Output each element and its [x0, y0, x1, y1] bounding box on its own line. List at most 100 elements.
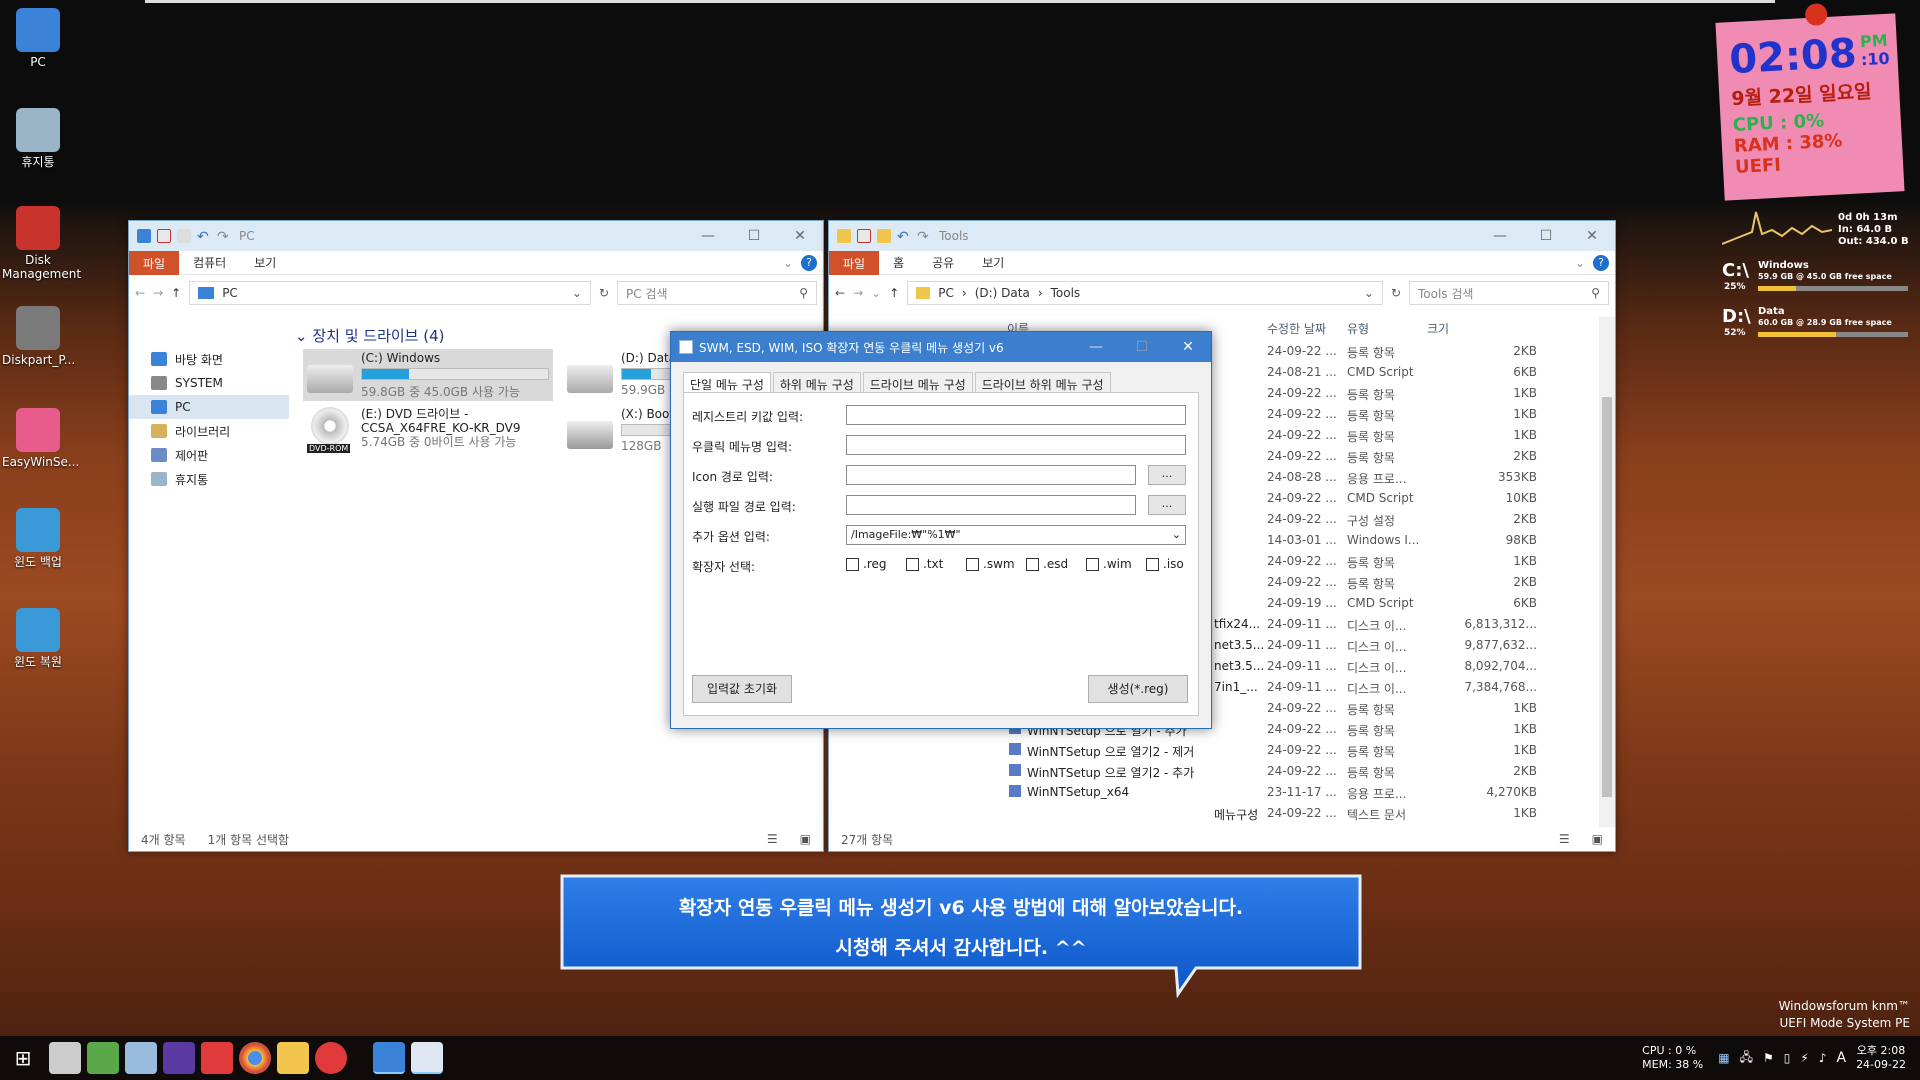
- col-size[interactable]: 크기: [1427, 320, 1449, 337]
- tray-app-icon[interactable]: ▦: [1718, 1051, 1729, 1065]
- nav-item-1[interactable]: SYSTEM: [129, 371, 289, 395]
- maximize-button[interactable]: ☐: [1523, 228, 1569, 244]
- desktop-icon-6[interactable]: 윈도 복원: [2, 608, 74, 669]
- title-bar[interactable]: ↶ ↷ Tools — ☐ ✕: [829, 221, 1615, 251]
- search-input[interactable]: Tools 검색 ⚲: [1409, 281, 1609, 305]
- ext-checkbox[interactable]: .txt: [906, 557, 943, 571]
- ribbon-expand-icon[interactable]: ⌄: [783, 256, 793, 270]
- redo-icon[interactable]: ↷: [917, 229, 931, 245]
- desktop-icon-4[interactable]: EasyWinSe...: [2, 408, 79, 469]
- desktop-icon-5[interactable]: 윈도 백업: [2, 508, 74, 569]
- tray-volume-icon[interactable]: ♪: [1819, 1051, 1827, 1065]
- tray-clock[interactable]: 오후 2:08 24-09-22: [1856, 1044, 1906, 1072]
- close-button[interactable]: ✕: [1569, 228, 1615, 244]
- tiles-view-icon[interactable]: ▣: [800, 832, 811, 846]
- ribbon-expand-icon[interactable]: ⌄: [1575, 256, 1585, 270]
- file-row[interactable]: WinNTSetup 으로 열기2 - 제거 24-09-22 ... 등록 항목 1…: [829, 740, 1599, 761]
- col-type[interactable]: 유형: [1347, 320, 1369, 337]
- tool-icon[interactable]: [49, 1042, 81, 1074]
- checkbox-box[interactable]: [846, 557, 859, 571]
- nav-item-3[interactable]: 라이브러리: [129, 419, 289, 443]
- file-row[interactable]: WinNTSetup 으로 열기2 - 추가 24-09-22 ... 등록 항목 2…: [829, 761, 1599, 782]
- ext-checkbox[interactable]: .swm: [966, 557, 1015, 571]
- close-button[interactable]: ✕: [777, 228, 823, 244]
- file-row[interactable]: 메뉴구성 24-09-22 ... 텍스트 문서 1KB: [829, 803, 1599, 824]
- ribbon-file-tab[interactable]: 파일: [829, 250, 880, 275]
- details-view-icon[interactable]: ☰: [767, 832, 778, 846]
- options-combobox[interactable]: /ImageFile:₩"%1₩" ⌄: [846, 525, 1186, 545]
- drive-x[interactable]: (X:) Boot 128GB: [563, 405, 683, 457]
- exe-browse-button[interactable]: ...: [1148, 495, 1186, 515]
- tray-network-icon[interactable]: 🖧: [1740, 1048, 1753, 1069]
- address-bar[interactable]: PC ⌄: [189, 281, 591, 305]
- refresh-icon[interactable]: ↻: [599, 286, 609, 300]
- power-icon[interactable]: [315, 1042, 347, 1074]
- checkbox-box[interactable]: [966, 557, 979, 571]
- breadcrumb-data[interactable]: (D:) Data: [975, 286, 1030, 300]
- minimize-button[interactable]: —: [685, 228, 731, 244]
- address-dropdown-icon[interactable]: ⌄: [572, 286, 582, 300]
- col-date[interactable]: 수정한 날짜: [1267, 320, 1326, 337]
- address-bar[interactable]: PC › (D:) Data › Tools ⌄: [907, 281, 1383, 305]
- drive-c[interactable]: (C:) Windows 59.8GB 중 45.0GB 사용 가능: [303, 349, 553, 401]
- ext-checkbox[interactable]: .wim: [1086, 557, 1132, 571]
- properties-icon[interactable]: [157, 229, 171, 243]
- redo-icon[interactable]: ↷: [217, 229, 231, 245]
- collapse-chevron-icon[interactable]: ⌄: [295, 327, 312, 345]
- file-icon[interactable]: [125, 1042, 157, 1074]
- dialog-title-bar[interactable]: SWM, ESD, WIM, ISO 확장자 연동 우클릭 메뉴 생성기 v6 …: [671, 332, 1211, 362]
- generator-task-icon[interactable]: [411, 1042, 443, 1074]
- network-tool-icon[interactable]: [87, 1042, 119, 1074]
- create-reg-button[interactable]: 생성(*.reg): [1088, 675, 1188, 703]
- checkbox-box[interactable]: [1086, 557, 1099, 571]
- ribbon-tab-share[interactable]: 공유: [918, 254, 968, 271]
- nav-item-4[interactable]: 제어판: [129, 443, 289, 467]
- menu-name-input[interactable]: [846, 435, 1186, 455]
- vertical-scrollbar[interactable]: [1599, 317, 1615, 827]
- back-icon[interactable]: ←: [135, 286, 145, 300]
- chrome-icon[interactable]: [239, 1042, 271, 1074]
- ribbon-tab-view[interactable]: 보기: [968, 254, 1018, 271]
- explorer-task-icon[interactable]: [373, 1042, 405, 1074]
- refresh-icon[interactable]: ↻: [1391, 286, 1401, 300]
- tray-flag-icon[interactable]: ⚑: [1763, 1051, 1774, 1065]
- computer-icon[interactable]: [137, 229, 151, 243]
- minimize-button[interactable]: —: [1073, 339, 1119, 355]
- maximize-button[interactable]: ☐: [1119, 339, 1165, 355]
- checkbox-box[interactable]: [906, 557, 919, 571]
- recent-dropdown-icon[interactable]: ⌄: [871, 286, 881, 300]
- desktop-icon-0[interactable]: PC: [2, 8, 74, 69]
- address-dropdown-icon[interactable]: ⌄: [1364, 286, 1374, 300]
- ext-checkbox[interactable]: .iso: [1146, 557, 1184, 571]
- menu-generator-dialog[interactable]: SWM, ESD, WIM, ISO 확장자 연동 우클릭 메뉴 생성기 v6 …: [670, 331, 1212, 729]
- exe-path-input[interactable]: [846, 495, 1136, 515]
- nav-item-2[interactable]: PC: [129, 395, 289, 419]
- desktop-icon-1[interactable]: 휴지통: [2, 108, 74, 169]
- tray-power-icon[interactable]: ⚡: [1800, 1051, 1808, 1065]
- chevron-down-icon[interactable]: ⌄: [1172, 528, 1181, 542]
- help-icon[interactable]: ?: [801, 254, 817, 271]
- drive-e[interactable]: DVD-ROM (E:) DVD 드라이브 - CCSA_X64FRE_KO-K…: [303, 405, 553, 457]
- scrollbar-thumb[interactable]: [1602, 397, 1612, 797]
- maximize-button[interactable]: ☐: [731, 228, 777, 244]
- reg-key-input[interactable]: [846, 405, 1186, 425]
- ext-checkbox[interactable]: .esd: [1026, 557, 1068, 571]
- tray-usb-icon[interactable]: ▯: [1784, 1051, 1791, 1065]
- group-header[interactable]: ⌄ 장치 및 드라이브 (4): [295, 325, 445, 346]
- breadcrumb-tools[interactable]: Tools: [1051, 286, 1081, 300]
- terminal-icon[interactable]: [163, 1042, 195, 1074]
- back-icon[interactable]: ←: [835, 286, 845, 300]
- undo-icon[interactable]: ↶: [197, 229, 211, 245]
- forward-icon[interactable]: →: [853, 286, 863, 300]
- details-view-icon[interactable]: ☰: [1559, 832, 1570, 846]
- file-row[interactable]: WinNTSetup_x64 23-11-17 ... 응용 프로... 4,270K…: [829, 782, 1599, 803]
- help-icon[interactable]: ?: [1593, 254, 1609, 271]
- up-icon[interactable]: ↑: [171, 286, 181, 300]
- nav-item-0[interactable]: 바탕 화면: [129, 347, 289, 371]
- title-bar[interactable]: ↶ ↷ PC — ☐ ✕: [129, 221, 823, 251]
- icon-browse-button[interactable]: ...: [1148, 465, 1186, 485]
- reset-button[interactable]: 입력값 초기화: [692, 675, 792, 703]
- up-icon[interactable]: ↑: [889, 286, 899, 300]
- close-button[interactable]: ✕: [1165, 339, 1211, 355]
- new-folder-icon[interactable]: [177, 229, 191, 243]
